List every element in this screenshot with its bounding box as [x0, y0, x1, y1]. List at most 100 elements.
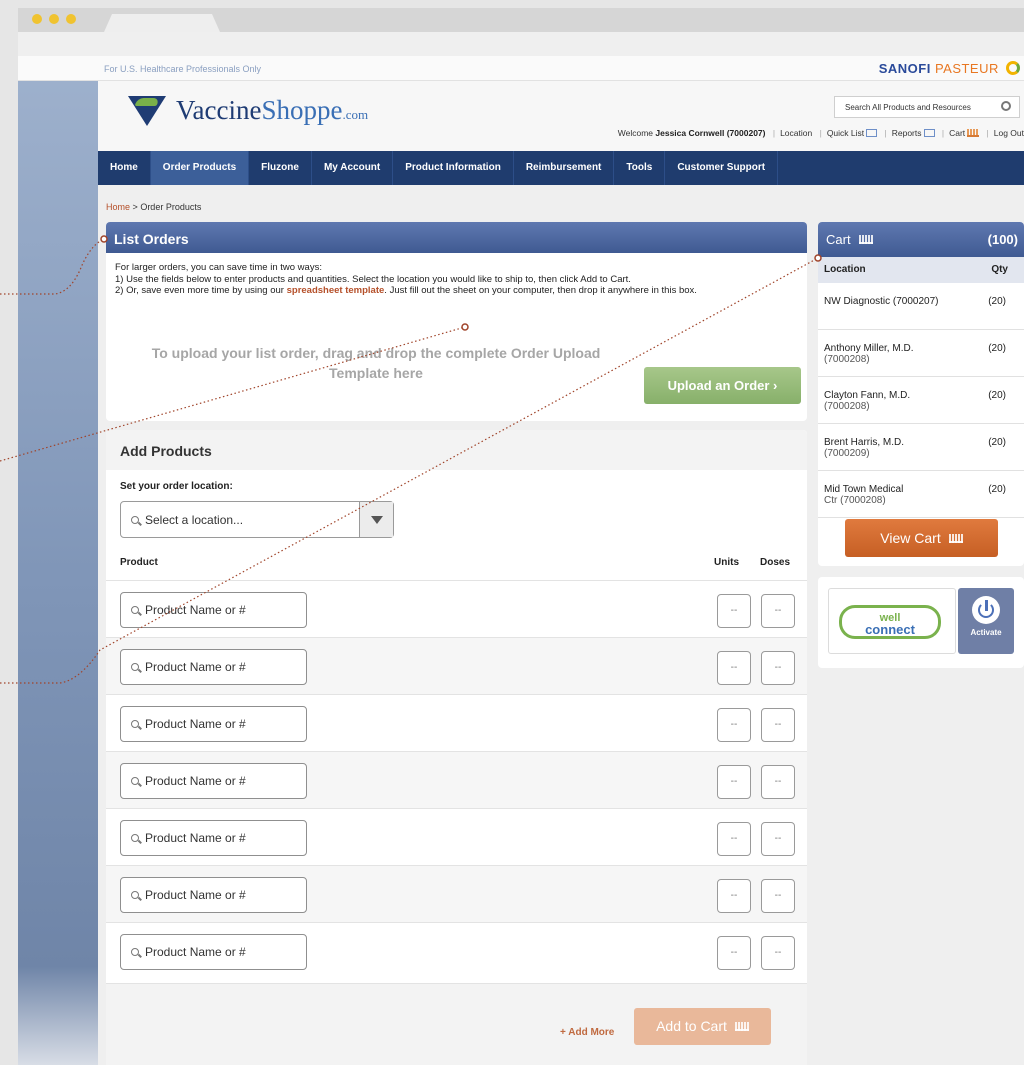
search-icon — [131, 834, 139, 842]
breadcrumb-home[interactable]: Home — [106, 202, 130, 212]
product-search-input[interactable]: Product Name or # — [120, 592, 307, 628]
location-select[interactable]: Select a location... — [120, 501, 394, 538]
units-column-header: Units — [714, 557, 739, 568]
nav-tools[interactable]: Tools — [614, 151, 666, 185]
units-input[interactable]: -- — [717, 594, 751, 628]
search-icon — [131, 720, 139, 728]
nav-order-products[interactable]: Order Products — [150, 151, 250, 185]
product-search-input[interactable]: Product Name or # — [120, 877, 307, 913]
nav-my-account[interactable]: My Account — [312, 151, 394, 185]
sanofi-swirl-icon — [1006, 61, 1020, 75]
search-icon — [131, 948, 139, 956]
cart-item[interactable]: Brent Harris, M.D. (7000209) (20) — [818, 424, 1024, 471]
units-input[interactable]: -- — [717, 822, 751, 856]
product-row: Product Name or # -- -- — [106, 922, 807, 979]
upload-order-button[interactable]: Upload an Order › — [644, 367, 801, 404]
doses-input[interactable]: -- — [761, 936, 795, 970]
browser-toolbar — [18, 32, 1024, 56]
breadcrumb-current: Order Products — [140, 202, 202, 212]
reports-link[interactable]: Reports — [892, 128, 922, 138]
search-icon — [131, 515, 139, 524]
site-search-input[interactable]: Search All Products and Resources — [834, 96, 1020, 118]
cart-panel: Cart (100) Location Qty NW Diagnostic (70… — [818, 222, 1024, 566]
user-name: Jessica Cornwell (7000207) — [655, 128, 766, 138]
doses-input[interactable]: -- — [761, 594, 795, 628]
doses-input[interactable]: -- — [761, 879, 795, 913]
units-input[interactable]: -- — [717, 708, 751, 742]
window-minimize-dot[interactable] — [49, 14, 59, 24]
view-cart-button[interactable]: View Cart — [845, 519, 998, 557]
units-input[interactable]: -- — [717, 936, 751, 970]
product-row: Product Name or # -- -- — [106, 580, 807, 637]
location-label: Set your order location: — [120, 481, 233, 492]
cart-item[interactable]: Anthony Miller, M.D. (7000208) (20) — [818, 330, 1024, 377]
cart-column-headers: Location Qty — [818, 257, 1024, 283]
nav-home[interactable]: Home — [98, 151, 151, 185]
nav-fluzone[interactable]: Fluzone — [249, 151, 312, 185]
search-icon — [131, 606, 139, 614]
spreadsheet-template-link[interactable]: spreadsheet template — [287, 285, 385, 296]
window-controls — [32, 14, 76, 24]
nav-customer-support[interactable]: Customer Support — [665, 151, 779, 185]
cart-item[interactable]: NW Diagnostic (7000207) (20) — [818, 283, 1024, 330]
wellconnect-logo[interactable]: well connect — [828, 588, 956, 654]
product-search-input[interactable]: Product Name or # — [120, 820, 307, 856]
list-orders-instructions: For larger orders, you can save time in … — [115, 262, 697, 296]
search-icon — [131, 777, 139, 785]
search-icon[interactable] — [1001, 101, 1011, 111]
vaccineshoppe-logo[interactable]: VaccineShoppe.com — [128, 95, 368, 126]
doses-input[interactable]: -- — [761, 651, 795, 685]
cart-icon — [858, 235, 873, 244]
add-to-cart-button[interactable]: Add to Cart — [634, 1008, 771, 1045]
nav-reimbursement[interactable]: Reimbursement — [514, 151, 615, 185]
units-input[interactable]: -- — [717, 765, 751, 799]
doses-input[interactable]: -- — [761, 708, 795, 742]
quick-list-link[interactable]: Quick List — [827, 128, 864, 138]
doses-input[interactable]: -- — [761, 765, 795, 799]
list-orders-panel[interactable]: List Orders For larger orders, you can s… — [106, 222, 807, 421]
cart-link[interactable]: Cart — [949, 128, 965, 138]
product-search-input[interactable]: Product Name or # — [120, 934, 307, 970]
doses-input[interactable]: -- — [761, 822, 795, 856]
sanofi-pasteur-logo[interactable]: SANOFI PASTEUR — [879, 61, 1020, 76]
product-search-input[interactable]: Product Name or # — [120, 763, 307, 799]
location-link[interactable]: Location — [780, 128, 812, 138]
units-input[interactable]: -- — [717, 879, 751, 913]
cart-icon — [734, 1022, 749, 1031]
window-close-dot[interactable] — [32, 14, 42, 24]
cart-header: Cart (100) — [818, 222, 1024, 257]
brand-accent: PASTEUR — [934, 61, 999, 76]
site-header: VaccineShoppe.com Search All Products an… — [98, 81, 1024, 151]
product-search-input[interactable]: Product Name or # — [120, 706, 307, 742]
chevron-down-icon[interactable] — [359, 502, 393, 537]
wellconnect-panel: well connect Activate — [818, 577, 1024, 668]
browser-window-chrome — [18, 8, 1024, 56]
nav-product-information[interactable]: Product Information — [393, 151, 514, 185]
window-zoom-dot[interactable] — [66, 14, 76, 24]
product-row: Product Name or # -- -- — [106, 865, 807, 922]
add-products-panel: Add Products Set your order location: Se… — [106, 430, 807, 1065]
list-orders-title: List Orders — [106, 222, 807, 253]
list-icon — [866, 129, 878, 137]
search-icon — [131, 663, 139, 671]
cart-item[interactable]: Clayton Fann, M.D. (7000208) (20) — [818, 377, 1024, 424]
cart-count: (100) — [987, 232, 1018, 247]
cart-item[interactable]: Mid Town Medical Ctr (7000208) (20) — [818, 471, 1024, 518]
logout-link[interactable]: Log Out — [994, 128, 1024, 138]
search-icon — [131, 891, 139, 899]
add-more-link[interactable]: + Add More — [560, 1027, 614, 1038]
product-row: Product Name or # -- -- — [106, 694, 807, 751]
units-input[interactable]: -- — [717, 651, 751, 685]
doses-column-header: Doses — [760, 557, 791, 568]
browser-tab[interactable] — [104, 14, 220, 32]
product-row: Product Name or # -- -- — [106, 751, 807, 808]
main-nav: Home Order Products Fluzone My Account P… — [98, 151, 1024, 185]
v-logo-icon — [128, 95, 166, 126]
product-row: Product Name or # -- -- — [106, 637, 807, 694]
chart-icon — [923, 129, 935, 137]
left-decorative-band — [18, 81, 98, 1065]
activate-button[interactable]: Activate — [958, 588, 1014, 654]
page: For U.S. Healthcare Professionals Only S… — [18, 56, 1024, 1065]
logo-text: VaccineShoppe.com — [176, 95, 369, 125]
product-search-input[interactable]: Product Name or # — [120, 649, 307, 685]
